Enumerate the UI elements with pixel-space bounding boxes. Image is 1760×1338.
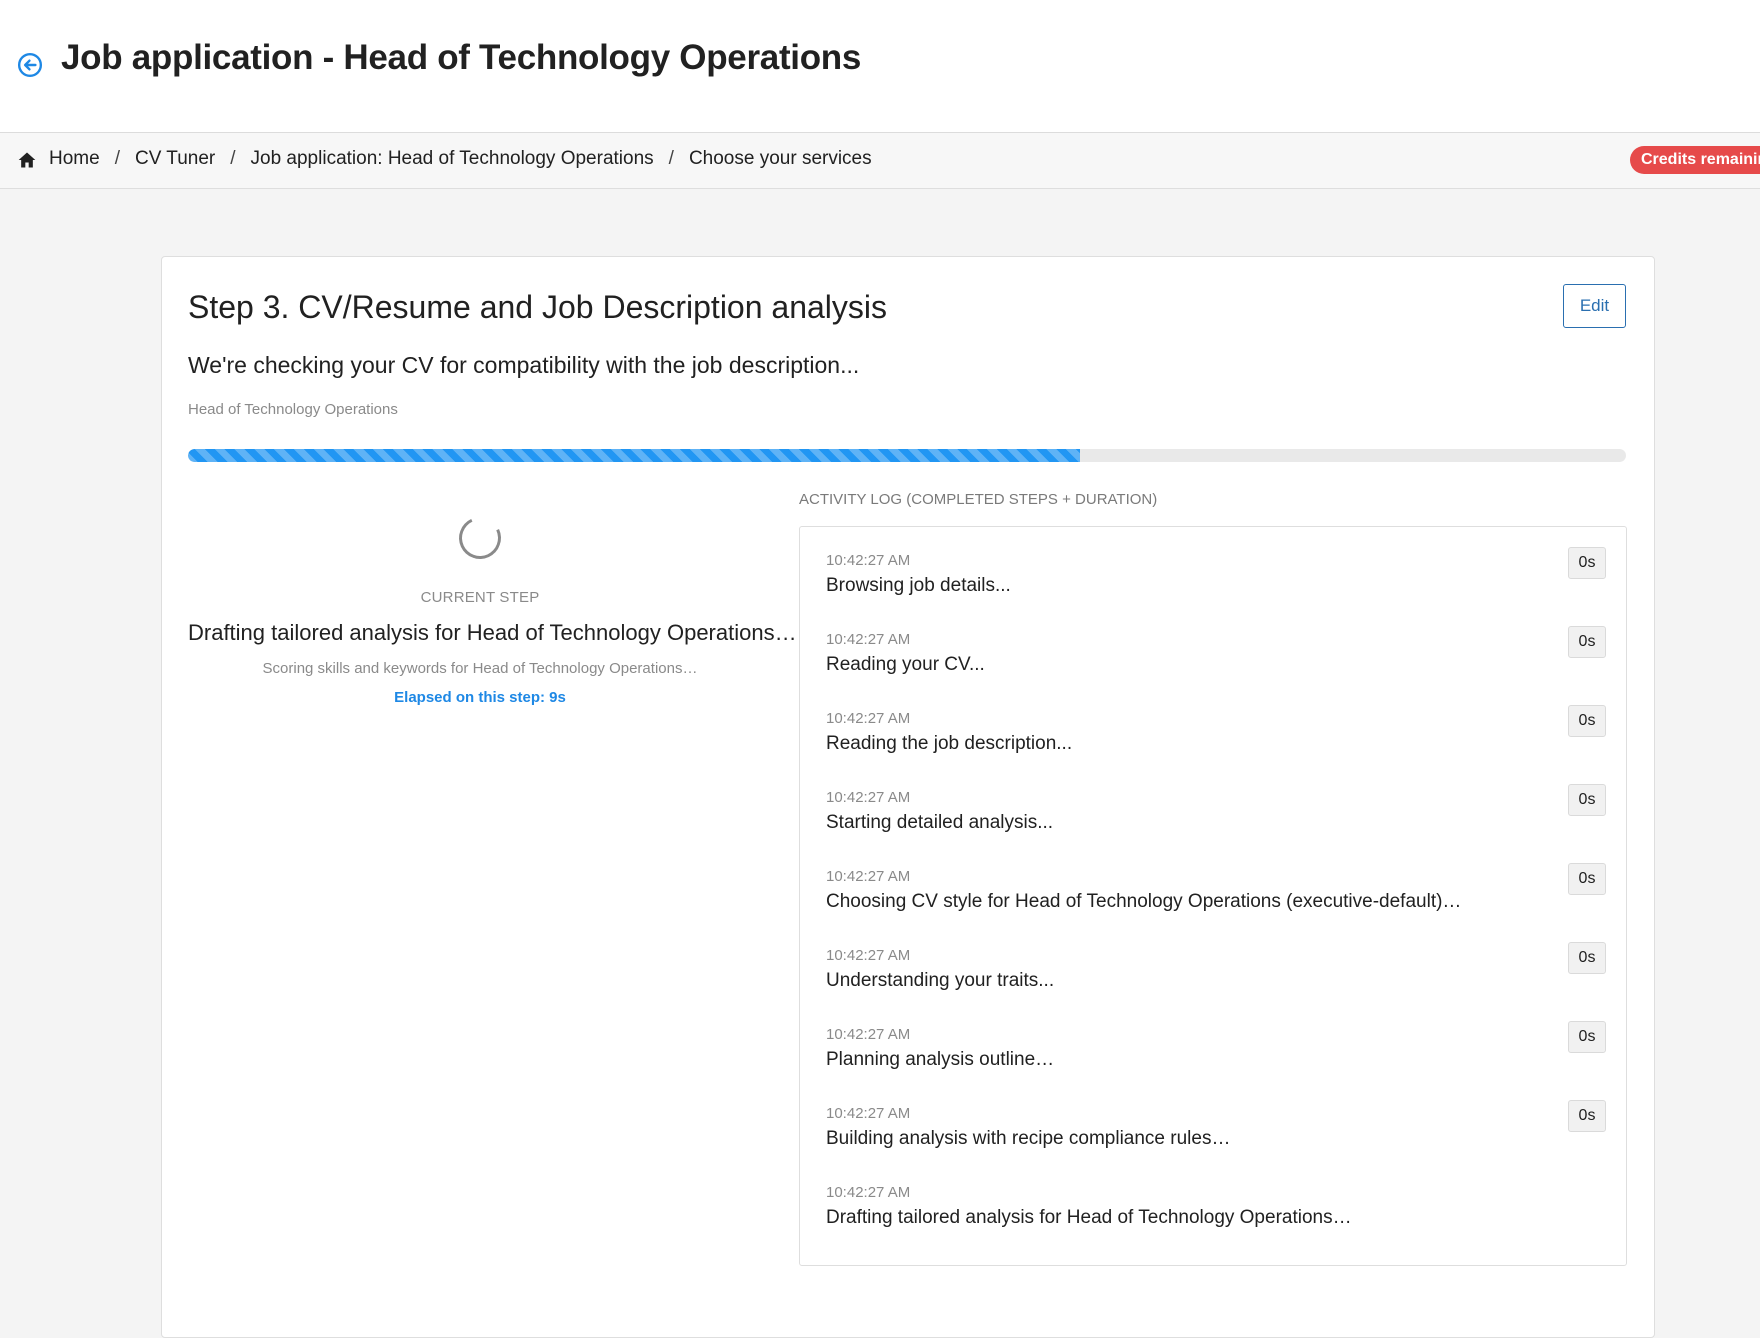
log-entry: 10:42:27 AM Reading the job description.… bbox=[826, 705, 1606, 774]
breadcrumb-separator: / bbox=[114, 148, 120, 169]
current-step-subtext: Scoring skills and keywords for Head of … bbox=[262, 660, 698, 677]
credits-badge[interactable]: Credits remaining bbox=[1630, 146, 1760, 174]
elapsed-time: Elapsed on this step: 9s bbox=[394, 689, 566, 706]
log-entry-text: Reading the job description... bbox=[826, 733, 1073, 754]
activity-log-heading: ACTIVITY LOG (COMPLETED STEPS + DURATION… bbox=[799, 491, 1158, 508]
current-step-text: Drafting tailored analysis for Head of T… bbox=[188, 620, 797, 645]
breadcrumb-separator: / bbox=[668, 148, 674, 169]
log-entry-duration-badge: 0s bbox=[1568, 784, 1606, 816]
job-title-label: Head of Technology Operations bbox=[188, 401, 398, 418]
log-entry-text: Planning analysis outline… bbox=[826, 1049, 1055, 1070]
log-entry-time: 10:42:27 AM bbox=[826, 947, 911, 964]
log-entry: 10:42:27 AM Reading your CV... 0s bbox=[826, 626, 1606, 695]
log-entry-duration-badge: 0s bbox=[1568, 942, 1606, 974]
progress-bar-fill bbox=[188, 449, 1080, 462]
breadcrumb: Home / CV Tuner / Job application: Head of T… bbox=[49, 148, 872, 170]
log-entry-time: 10:42:27 AM bbox=[826, 1105, 911, 1122]
page-title: Job application - Head of Technology Ope… bbox=[61, 38, 862, 77]
breadcrumb-home[interactable]: Home bbox=[49, 148, 100, 169]
step-title: Step 3. CV/Resume and Job Description an… bbox=[188, 289, 888, 325]
log-entry-text: Choosing CV style for Head of Technology… bbox=[826, 891, 1462, 912]
log-entry: 10:42:27 AM Starting detailed analysis..… bbox=[826, 784, 1606, 853]
log-entry-duration-badge: 0s bbox=[1568, 1100, 1606, 1132]
log-entry-duration-badge: 0s bbox=[1568, 626, 1606, 658]
log-entry-duration-badge: 0s bbox=[1568, 547, 1606, 579]
log-entry: 10:42:27 AM Understanding your traits...… bbox=[826, 942, 1606, 1011]
log-entry-time: 10:42:27 AM bbox=[826, 552, 911, 569]
current-step-panel: CURRENT STEP Drafting tailored analysis … bbox=[188, 505, 797, 706]
breadcrumb-separator: / bbox=[230, 148, 236, 169]
log-entry-time: 10:42:27 AM bbox=[826, 868, 911, 885]
log-entry-time: 10:42:27 AM bbox=[826, 1184, 911, 1201]
log-entry-time: 10:42:27 AM bbox=[826, 710, 911, 727]
log-entry-text: Understanding your traits... bbox=[826, 970, 1055, 991]
log-entry-text: Reading your CV... bbox=[826, 654, 985, 675]
log-entry-duration-badge: 0s bbox=[1568, 863, 1606, 895]
log-entry-text: Browsing job details... bbox=[826, 575, 1011, 596]
home-icon[interactable] bbox=[17, 150, 37, 170]
back-arrow-circle-icon[interactable] bbox=[17, 52, 43, 78]
log-entry: 10:42:27 AM Building analysis with recip… bbox=[826, 1100, 1606, 1169]
loading-spinner-icon bbox=[453, 511, 507, 565]
log-entry-time: 10:42:27 AM bbox=[826, 1026, 911, 1043]
log-entry: 10:42:27 AM Browsing job details... 0s bbox=[826, 547, 1606, 616]
step-subtitle: We're checking your CV for compatibility… bbox=[188, 352, 860, 378]
current-step-label: CURRENT STEP bbox=[420, 589, 540, 606]
log-entry: 10:42:27 AM Planning analysis outline… 0… bbox=[826, 1021, 1606, 1090]
log-entry-time: 10:42:27 AM bbox=[826, 631, 911, 648]
progress-bar bbox=[188, 449, 1626, 462]
log-entry-duration-badge: 0s bbox=[1568, 1021, 1606, 1053]
breadcrumb-job-application[interactable]: Job application: Head of Technology Oper… bbox=[251, 148, 654, 169]
log-entry: 10:42:27 AM Choosing CV style for Head o… bbox=[826, 863, 1606, 932]
breadcrumb-current: Choose your services bbox=[688, 148, 872, 169]
log-entry-text: Drafting tailored analysis for Head of T… bbox=[826, 1207, 1352, 1228]
log-entry-time: 10:42:27 AM bbox=[826, 789, 911, 806]
log-entry: 10:42:27 AM Drafting tailored analysis f… bbox=[826, 1184, 1606, 1248]
log-entry-text: Building analysis with recipe compliance… bbox=[826, 1128, 1231, 1149]
log-entry-duration-badge: 0s bbox=[1568, 705, 1606, 737]
edit-button[interactable]: Edit bbox=[1563, 284, 1626, 328]
activity-log[interactable]: 10:42:27 AM Browsing job details... 0s 1… bbox=[799, 526, 1627, 1266]
log-entry-text: Starting detailed analysis... bbox=[826, 812, 1054, 833]
top-header: Job application - Head of Technology Ope… bbox=[0, 0, 1760, 133]
breadcrumb-cv-tuner[interactable]: CV Tuner bbox=[135, 148, 215, 169]
